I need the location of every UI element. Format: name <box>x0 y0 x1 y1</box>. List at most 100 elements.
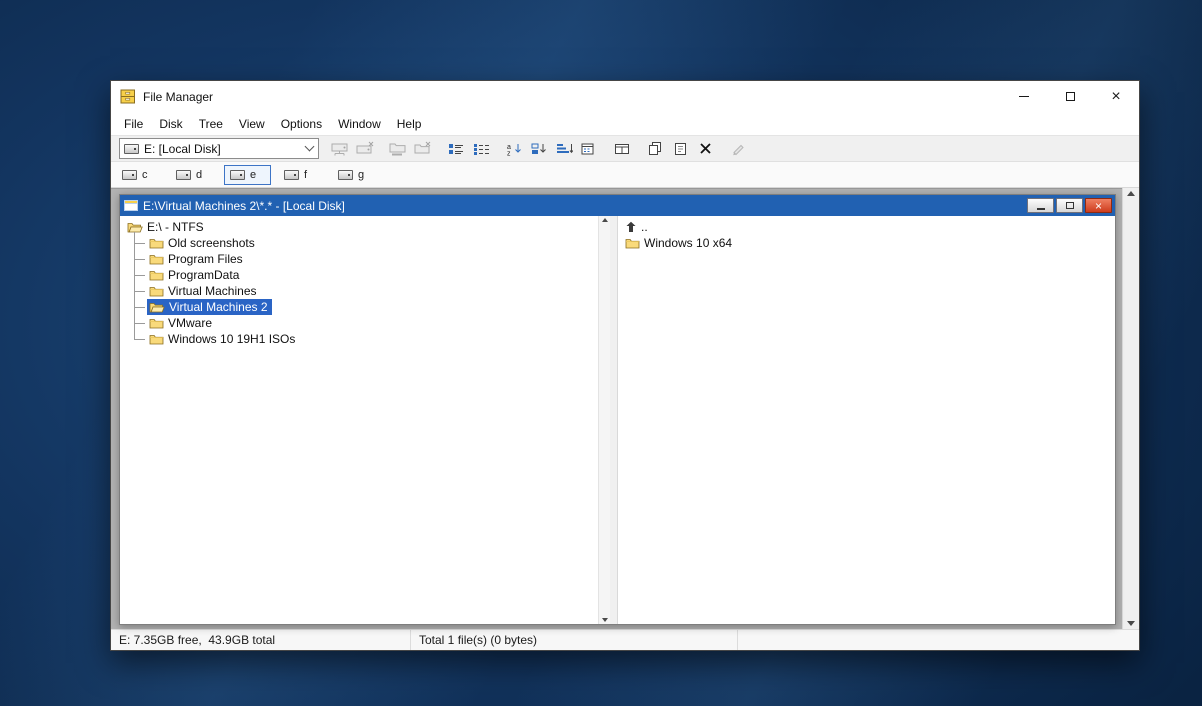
folder-icon <box>625 237 640 249</box>
view-name-only-icon <box>448 142 465 156</box>
folder-icon <box>149 333 164 345</box>
drive-icon <box>122 170 137 180</box>
sort-by-date-button[interactable] <box>577 138 601 160</box>
pen-button[interactable] <box>726 138 750 160</box>
status-file-info: Total 1 file(s) (0 bytes) <box>411 630 738 650</box>
parent-directory-item[interactable]: .. <box>618 219 1115 235</box>
sort-by-type-button[interactable] <box>527 138 551 160</box>
copy-icon <box>647 141 664 156</box>
stop-sharing-button[interactable] <box>411 138 435 160</box>
menu-tree[interactable]: Tree <box>191 112 231 135</box>
share-folder-button[interactable] <box>386 138 410 160</box>
child-minimize-button[interactable] <box>1027 198 1054 213</box>
disk-info-text: E: 7.35GB free, 43.9GB total <box>119 633 275 647</box>
view-all-details-icon <box>473 142 490 156</box>
minimize-button[interactable] <box>1001 81 1047 112</box>
drive-button-c[interactable]: c <box>116 165 163 185</box>
scroll-up-icon[interactable] <box>1127 191 1135 196</box>
view-all-details-button[interactable] <box>469 138 493 160</box>
scroll-down-icon[interactable] <box>602 618 608 622</box>
folder-icon <box>149 285 164 297</box>
tree-item-program-files[interactable]: Program Files <box>134 251 598 267</box>
menu-options[interactable]: Options <box>273 112 330 135</box>
delete-button[interactable] <box>693 138 717 160</box>
drive-icon <box>284 170 299 180</box>
workspace-scrollbar[interactable] <box>1122 188 1139 629</box>
drive-letter: f <box>304 169 307 181</box>
sort-by-size-button[interactable] <box>552 138 576 160</box>
child-close-button[interactable]: × <box>1085 198 1112 213</box>
menu-disk[interactable]: Disk <box>151 112 190 135</box>
disconnect-network-drive-icon <box>356 141 375 156</box>
drive-letter: d <box>196 169 202 181</box>
tree-item-label: Virtual Machines 2 <box>169 300 268 314</box>
title-bar[interactable]: File Manager × <box>111 81 1139 112</box>
file-item-label: Windows 10 x64 <box>644 236 732 250</box>
status-disk-info: E: 7.35GB free, 43.9GB total <box>111 630 411 650</box>
maximize-button[interactable] <box>1047 81 1093 112</box>
tree-item-label: Windows 10 19H1 ISOs <box>168 332 295 346</box>
connect-network-drive-button[interactable] <box>328 138 352 160</box>
pane-splitter[interactable] <box>610 216 618 624</box>
tree-root-item[interactable]: E:\ - NTFS <box>120 219 598 235</box>
tree-item-programdata[interactable]: ProgramData <box>134 267 598 283</box>
file-manager-window: File Manager × File Disk Tree View Optio… <box>110 80 1140 651</box>
new-window-icon <box>614 142 631 156</box>
status-spacer <box>738 630 1139 650</box>
copy-button[interactable] <box>643 138 667 160</box>
menu-bar: File Disk Tree View Options Window Help <box>111 112 1139 135</box>
sort-by-name-button[interactable]: a z <box>502 138 526 160</box>
drive-letter: g <box>358 169 364 181</box>
drive-icon <box>124 144 139 154</box>
tree-item-label: Virtual Machines <box>168 284 257 298</box>
scroll-down-icon[interactable] <box>1127 621 1135 626</box>
drive-button-g[interactable]: g <box>332 165 379 185</box>
pen-icon <box>730 142 746 156</box>
tree-item-label: Program Files <box>168 252 243 266</box>
drive-button-d[interactable]: d <box>170 165 217 185</box>
drive-selector-combobox[interactable]: E: [Local Disk] <box>119 138 319 159</box>
disconnect-network-drive-button[interactable] <box>353 138 377 160</box>
drive-letter: e <box>250 169 256 181</box>
tree-item-vmware[interactable]: VMware <box>134 315 598 331</box>
sort-by-name-icon: a z <box>506 142 523 156</box>
menu-window[interactable]: Window <box>330 112 389 135</box>
directory-window-content: E:\ - NTFS Old screenshots <box>120 216 1115 624</box>
menu-help[interactable]: Help <box>389 112 430 135</box>
scroll-up-icon[interactable] <box>602 218 608 222</box>
close-icon: × <box>1111 89 1120 105</box>
drive-bar: c d e f g <box>111 162 1139 188</box>
folder-icon <box>149 253 164 265</box>
close-button[interactable]: × <box>1093 81 1139 112</box>
sort-by-date-icon <box>581 142 598 156</box>
chevron-down-icon[interactable] <box>300 139 318 158</box>
view-name-only-button[interactable] <box>444 138 468 160</box>
paste-button[interactable] <box>668 138 692 160</box>
tree-item-old-screenshots[interactable]: Old screenshots <box>134 235 598 251</box>
new-window-button[interactable] <box>610 138 634 160</box>
open-folder-icon <box>149 301 165 313</box>
maximize-icon <box>1066 202 1074 209</box>
child-maximize-button[interactable] <box>1056 198 1083 213</box>
directory-window-title: E:\Virtual Machines 2\*.* - [Local Disk] <box>143 199 345 213</box>
open-folder-icon <box>127 221 143 233</box>
close-icon: × <box>1095 200 1102 212</box>
sort-by-type-icon <box>531 142 548 156</box>
file-item-windows-10-x64[interactable]: Windows 10 x64 <box>618 235 1115 251</box>
tree-item-virtual-machines[interactable]: Virtual Machines <box>134 283 598 299</box>
menu-view[interactable]: View <box>231 112 273 135</box>
tree-item-virtual-machines-2[interactable]: Virtual Machines 2 <box>134 299 598 315</box>
toolbar: E: [Local Disk] <box>111 135 1139 162</box>
tree-pane-scrollbar[interactable] <box>598 216 610 624</box>
mdi-workspace: E:\Virtual Machines 2\*.* - [Local Disk]… <box>111 188 1139 629</box>
maximize-icon <box>1066 92 1075 101</box>
share-folder-icon <box>389 141 407 156</box>
tree-item-windows-10-19h1-isos[interactable]: Windows 10 19H1 ISOs <box>134 331 598 347</box>
directory-window-titlebar[interactable]: E:\Virtual Machines 2\*.* - [Local Disk]… <box>120 195 1115 216</box>
drive-selector-value: E: [Local Disk] <box>144 142 300 156</box>
drive-button-f[interactable]: f <box>278 165 325 185</box>
svg-text:z: z <box>507 150 511 156</box>
drive-button-e[interactable]: e <box>224 165 271 185</box>
directory-window: E:\Virtual Machines 2\*.* - [Local Disk]… <box>119 194 1116 625</box>
menu-file[interactable]: File <box>116 112 151 135</box>
